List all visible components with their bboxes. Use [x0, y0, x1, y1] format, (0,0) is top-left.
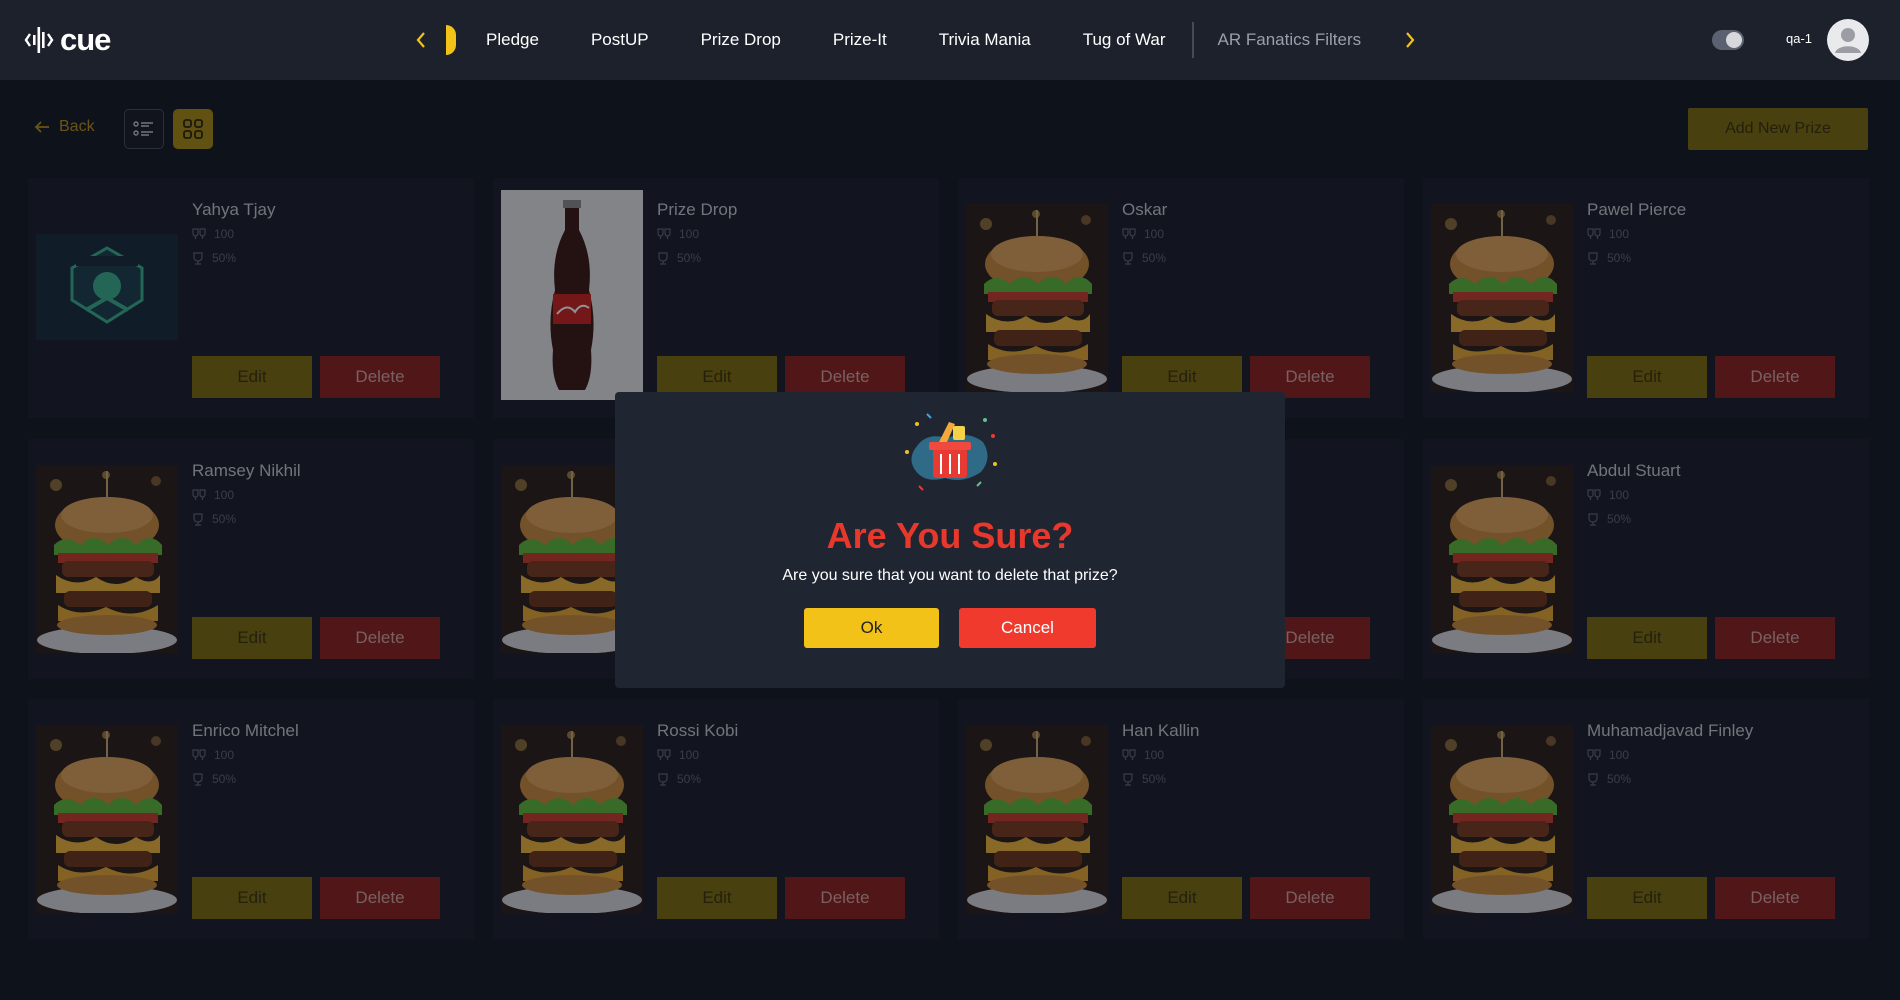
dialog-title: Are You Sure?	[826, 515, 1074, 556]
nav-indicator	[446, 25, 456, 55]
user-name: qa-1	[1786, 31, 1813, 46]
nav-item-postup[interactable]: PostUP	[591, 30, 649, 50]
nav-divider	[1191, 22, 1194, 58]
dialog-message: Are you sure that you want to delete tha…	[782, 567, 1118, 584]
game-nav: Pledge PostUP Prize Drop Prize-It Trivia…	[408, 0, 1423, 80]
user-icon	[1835, 28, 1861, 53]
confirm-cancel-button[interactable]: Cancel	[959, 608, 1096, 648]
nav-item-ar-fanatics-filters[interactable]: AR Fanatics Filters	[1218, 30, 1362, 50]
logo-text: cue	[60, 22, 111, 57]
nav-item-prize-drop[interactable]: Prize Drop	[701, 30, 781, 50]
waveform-logo-icon	[24, 27, 54, 53]
user-avatar[interactable]	[1827, 19, 1869, 61]
confirm-ok-button[interactable]: Ok	[804, 608, 939, 648]
top-navbar: cue Pledge PostUP Prize Drop Prize-It Tr…	[0, 0, 1900, 80]
nav-item-pledge[interactable]: Pledge	[486, 30, 539, 50]
app-logo[interactable]: cue	[24, 22, 111, 58]
nav-item-prize-it[interactable]: Prize-It	[833, 30, 887, 50]
nav-item-trivia-mania[interactable]: Trivia Mania	[939, 30, 1031, 50]
chevron-left-icon	[416, 32, 425, 48]
theme-toggle[interactable]	[1712, 30, 1744, 50]
delete-confirm-dialog: Are You Sure? Are you sure that you want…	[615, 392, 1285, 688]
trash-bin-illustration-icon	[905, 413, 997, 491]
chevron-right-icon	[1406, 32, 1415, 48]
nav-item-tug-of-war[interactable]: Tug of War	[1083, 30, 1166, 50]
nav-next-button[interactable]	[1397, 27, 1423, 53]
nav-prev-button[interactable]	[408, 27, 434, 53]
